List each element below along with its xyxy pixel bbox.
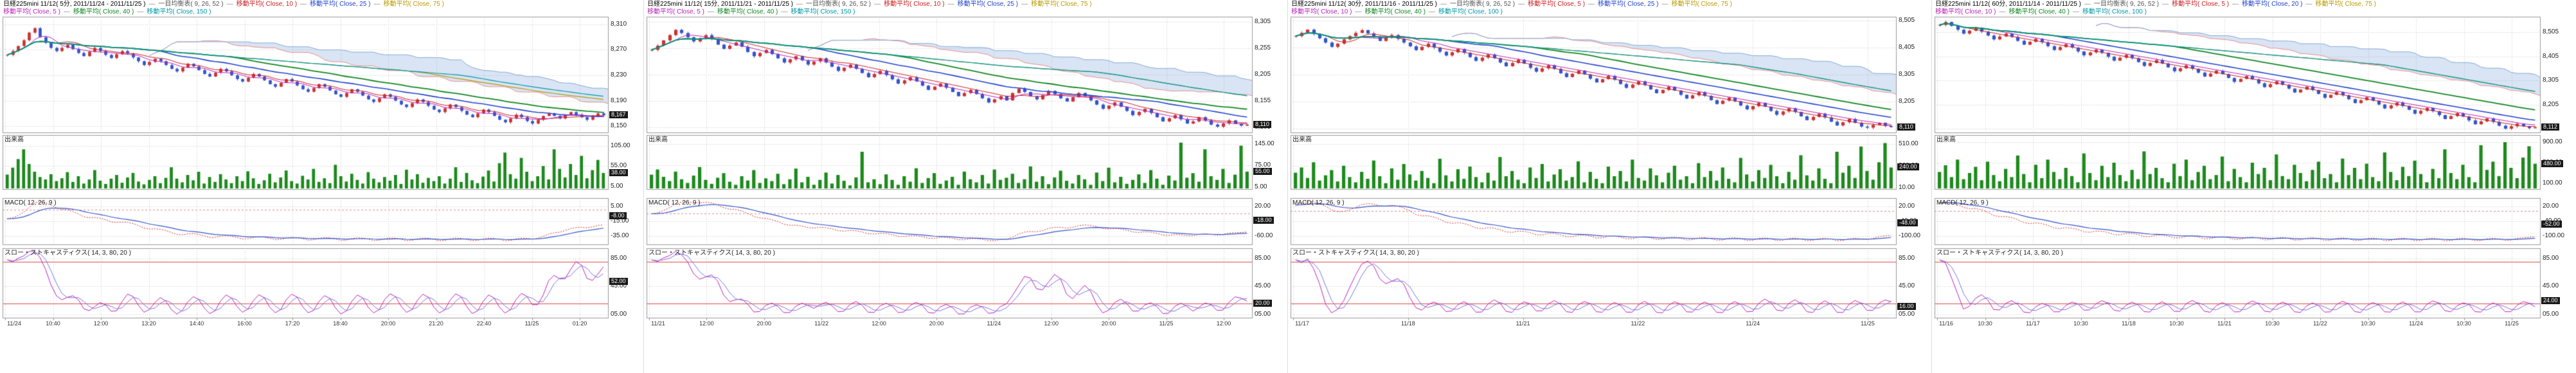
price-chart-canvas	[1288, 0, 1932, 373]
chart-panel: 日経225mini 11/12( 60分, 2011/11/14 - 2011/…	[1932, 0, 2576, 373]
price-chart-canvas	[644, 0, 1288, 373]
chart-panel: 日経225mini 11/12( 30分, 2011/11/16 - 2011/…	[1288, 0, 1932, 373]
price-chart-canvas	[1932, 0, 2576, 373]
chart-panel: 日経225mini 11/12( 5分, 2011/11/24 - 2011/1…	[0, 0, 644, 373]
chart-panel: 日経225mini 11/12( 15分, 2011/11/21 - 2011/…	[644, 0, 1288, 373]
price-chart-canvas	[0, 0, 644, 373]
chart-workspace: 日経225mini 11/12( 5分, 2011/11/24 - 2011/1…	[0, 0, 2576, 373]
